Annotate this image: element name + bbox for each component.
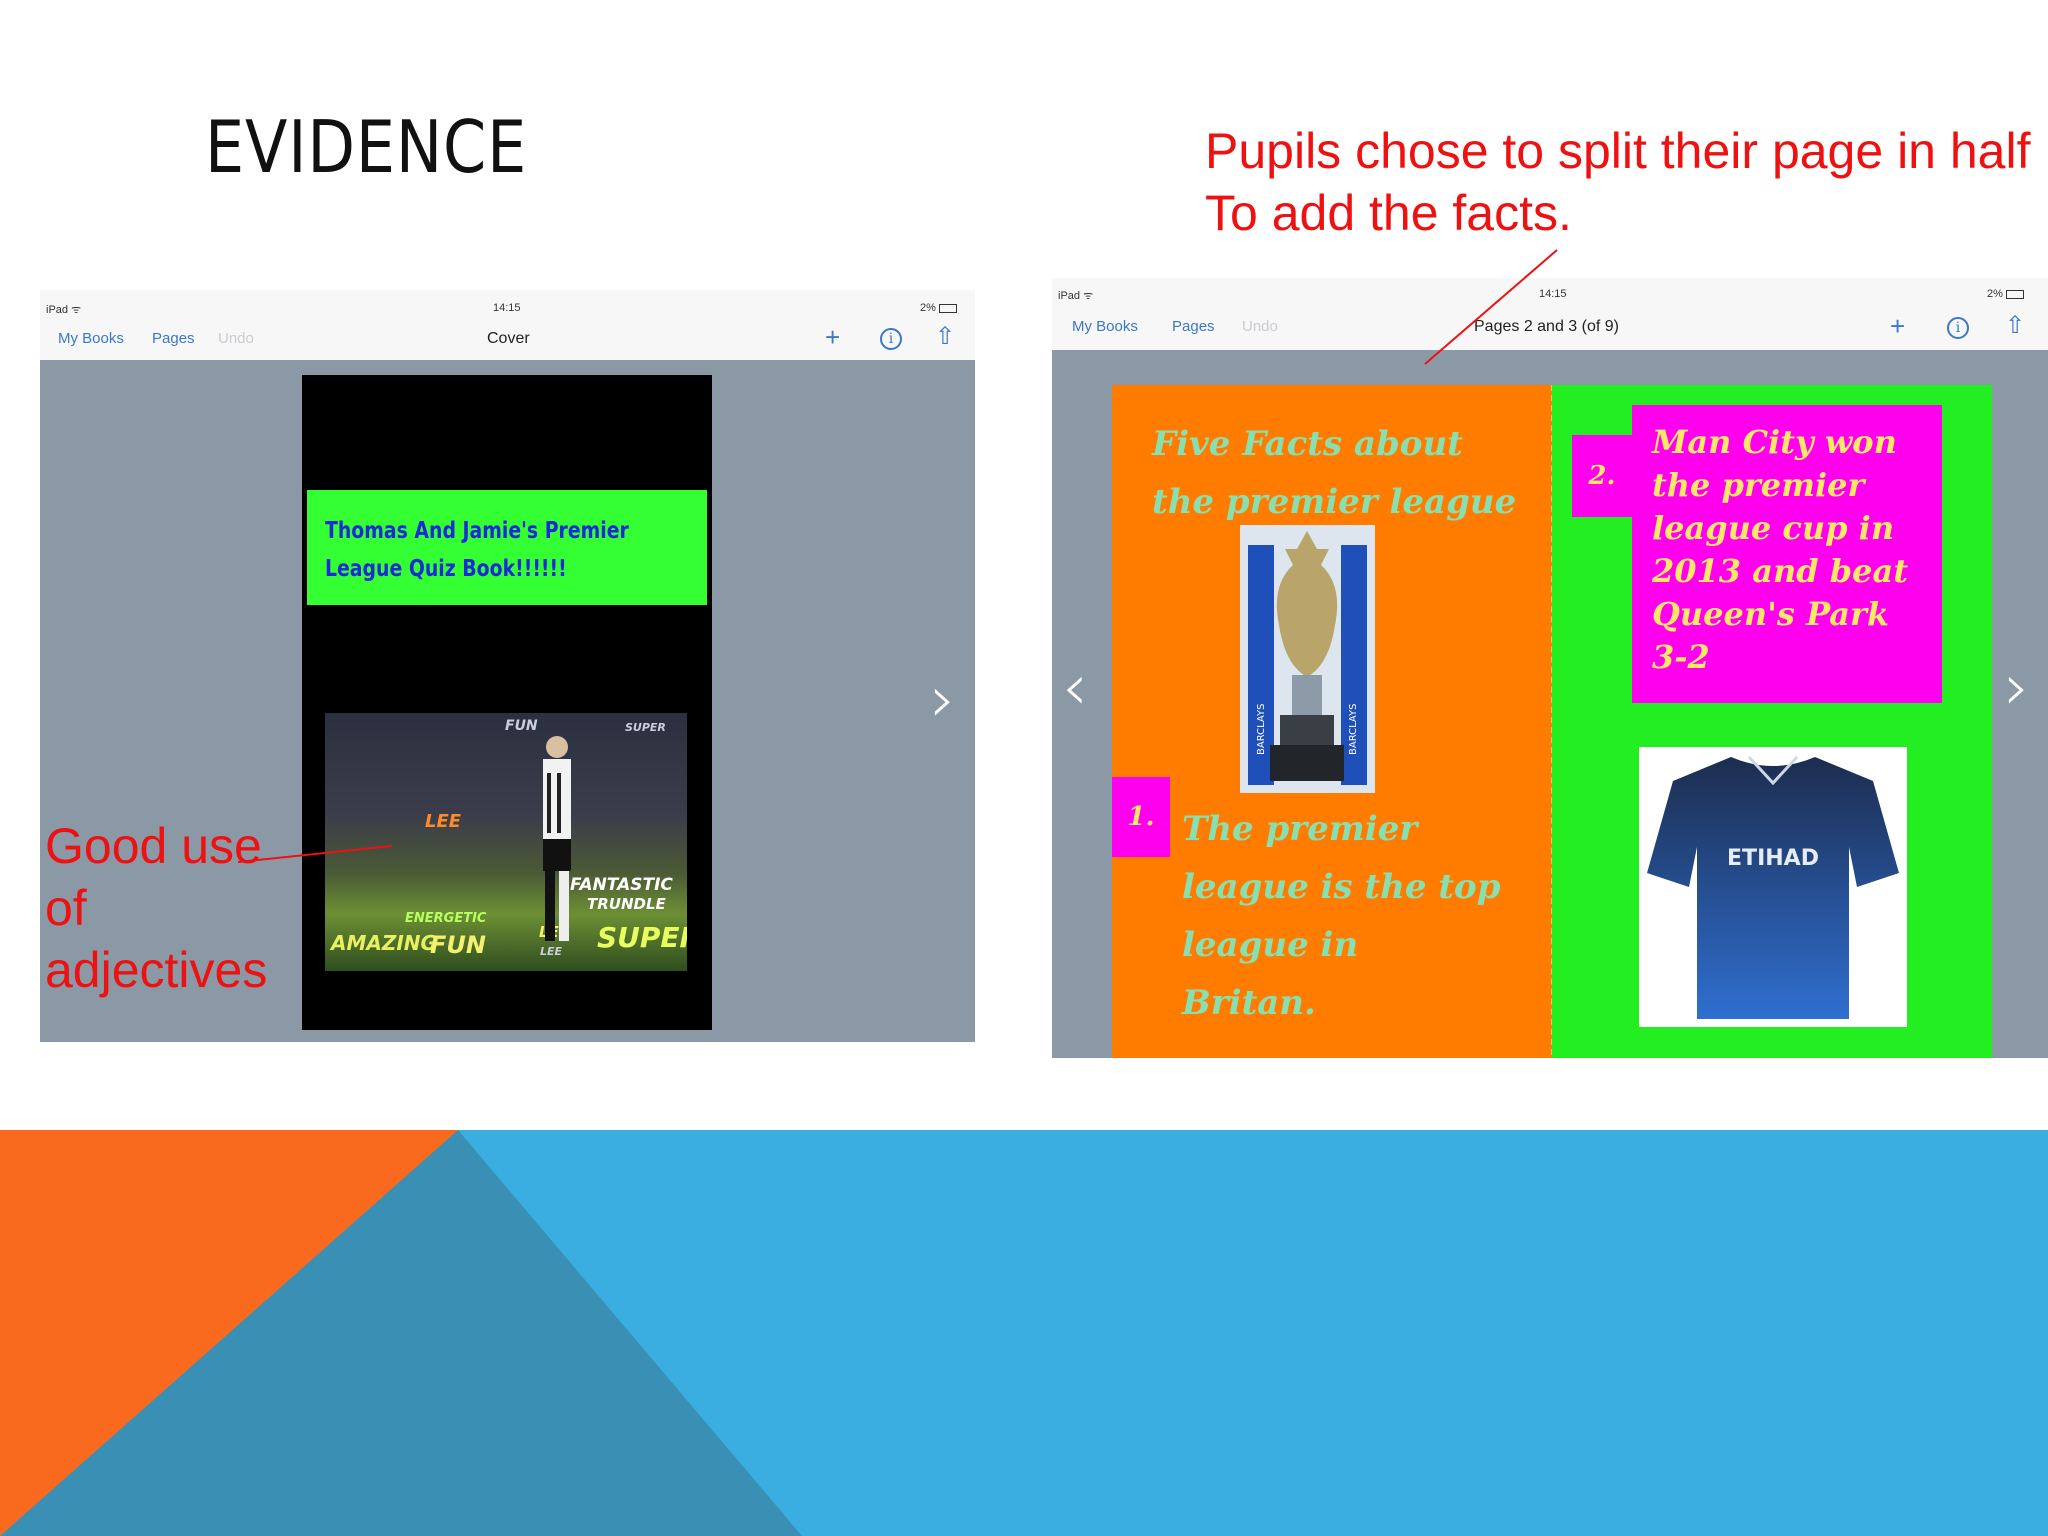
fact-2-box: Man City won the premier league cup in 2… [1632,405,1942,703]
fact-number-2: 2. [1572,435,1632,517]
status-time: 14:15 [493,302,521,314]
fact-1-line: league in [1182,925,1359,965]
ipad-toolbar: iPad ᯤ 14:15 2% My Books Pages Undo Page… [1052,278,2048,350]
next-page-chevron-icon[interactable]: › [930,668,956,732]
adjective-wordcloud-image: FUN SUPER LEE FANTASTIC TRUNDLE AMAZING … [325,713,687,971]
man-city-shirt-image: ETIHAD [1639,747,1907,1027]
wordcloud-word: SUPER [597,921,687,954]
cover-title-line: League Quiz Book!!!!!! [325,556,567,582]
fact-1-text: The premier league is the top league in … [1182,800,1500,1032]
wordcloud-word: FUN [430,931,486,959]
annotation-line: Good use [45,818,262,874]
fact-2-line: 3-2 [1652,638,1710,676]
slide-title: EVIDENCE [205,105,528,189]
battery-icon [938,303,957,313]
add-icon[interactable]: + [825,324,840,350]
wordcloud-word: SUPER [625,721,666,734]
book-cover-page[interactable]: Thomas And Jamie's Premier League Quiz B… [302,375,712,1030]
wordcloud-word: FUN [505,718,538,734]
trophy-graphic: BARCLAYS BARCLAYS [1240,525,1375,793]
fact-1-line: league is the top [1182,867,1501,907]
facts-heading-line: Five Facts about [1152,424,1463,464]
book-page-right[interactable]: 2. Man City won the premier league cup i… [1552,385,1992,1058]
annotation-line: of [45,880,87,936]
shirt-sponsor-text: ETIHAD [1727,846,1819,871]
facts-heading: Five Facts about the premier league [1152,415,1516,531]
status-device: iPad ᯤ [46,304,82,316]
fact-2-line: 2013 and beat [1652,552,1908,590]
status-device: iPad ᯤ [1058,290,1094,302]
nav-title: Cover [487,330,530,347]
my-books-button[interactable]: My Books [58,330,124,347]
wordcloud-word: FANTASTIC [570,875,673,895]
shirt-graphic: ETIHAD [1647,755,1899,1019]
wordcloud-word: AMAZING [331,931,437,955]
premier-league-trophy-image: BARCLAYS BARCLAYS [1240,525,1375,793]
share-icon[interactable]: ⇧ [935,324,955,350]
status-battery: 2% [920,302,957,314]
fact-2-line: the premier [1652,466,1865,504]
fact-2-line: Queen's Park [1652,595,1890,633]
cover-title-line: Thomas And Jamie's Premier [325,518,629,544]
status-battery: 2% [1987,288,2024,300]
my-books-button[interactable]: My Books [1072,318,1138,335]
annotation-split-page: Pupils chose to split their page in half… [1205,120,2031,244]
pages-button[interactable]: Pages [1172,318,1215,335]
next-page-chevron-icon[interactable]: › [2004,656,2030,720]
pages-button[interactable]: Pages [152,330,195,347]
cover-title-banner: Thomas And Jamie's Premier League Quiz B… [307,490,707,605]
info-icon[interactable]: i [1947,317,1969,339]
facts-heading-line: the premier league [1152,482,1517,522]
share-icon[interactable]: ⇧ [2005,313,2025,339]
fact-number-1: 1. [1112,777,1170,857]
add-icon[interactable]: + [1890,313,1905,339]
footballer-silhouette [543,736,571,941]
undo-button[interactable]: Undo [218,330,254,347]
info-icon[interactable]: i [880,328,902,350]
ipad-toolbar: iPad ᯤ 14:15 2% My Books Pages Undo Cove… [40,290,975,360]
annotation-line: Pupils chose to split their page in half [1205,123,2031,179]
wordcloud-word: ENERGETIC [405,911,487,926]
annotation-line: To add the facts. [1205,185,1572,241]
battery-icon [2005,289,2024,299]
fact-1-line: Britan. [1182,983,1316,1023]
annotation-line: adjectives [45,942,268,998]
undo-button[interactable]: Undo [1242,318,1278,335]
fact-2-line: Man City won [1652,423,1897,461]
ipad-screenshot-spread: iPad ᯤ 14:15 2% My Books Pages Undo Page… [1052,278,2048,1058]
wordcloud-word: TRUNDLE [587,895,666,913]
book-page-left[interactable]: Five Facts about the premier league BARC… [1112,385,1553,1058]
trophy-banner-text: BARCLAYS [1348,704,1359,755]
nav-title: Pages 2 and 3 (of 9) [1474,318,1619,335]
status-time: 14:15 [1539,288,1567,300]
annotation-adjectives: Good use of adjectives [45,815,267,1001]
fact-1-line: The premier [1182,809,1418,849]
fact-2-line: league cup in [1652,509,1895,547]
decorative-footer-shapes [0,1130,2048,1536]
wordcloud-word: LEE [425,811,462,832]
previous-page-chevron-icon[interactable]: ‹ [1062,656,1088,720]
trophy-banner-text: BARCLAYS [1256,704,1267,755]
